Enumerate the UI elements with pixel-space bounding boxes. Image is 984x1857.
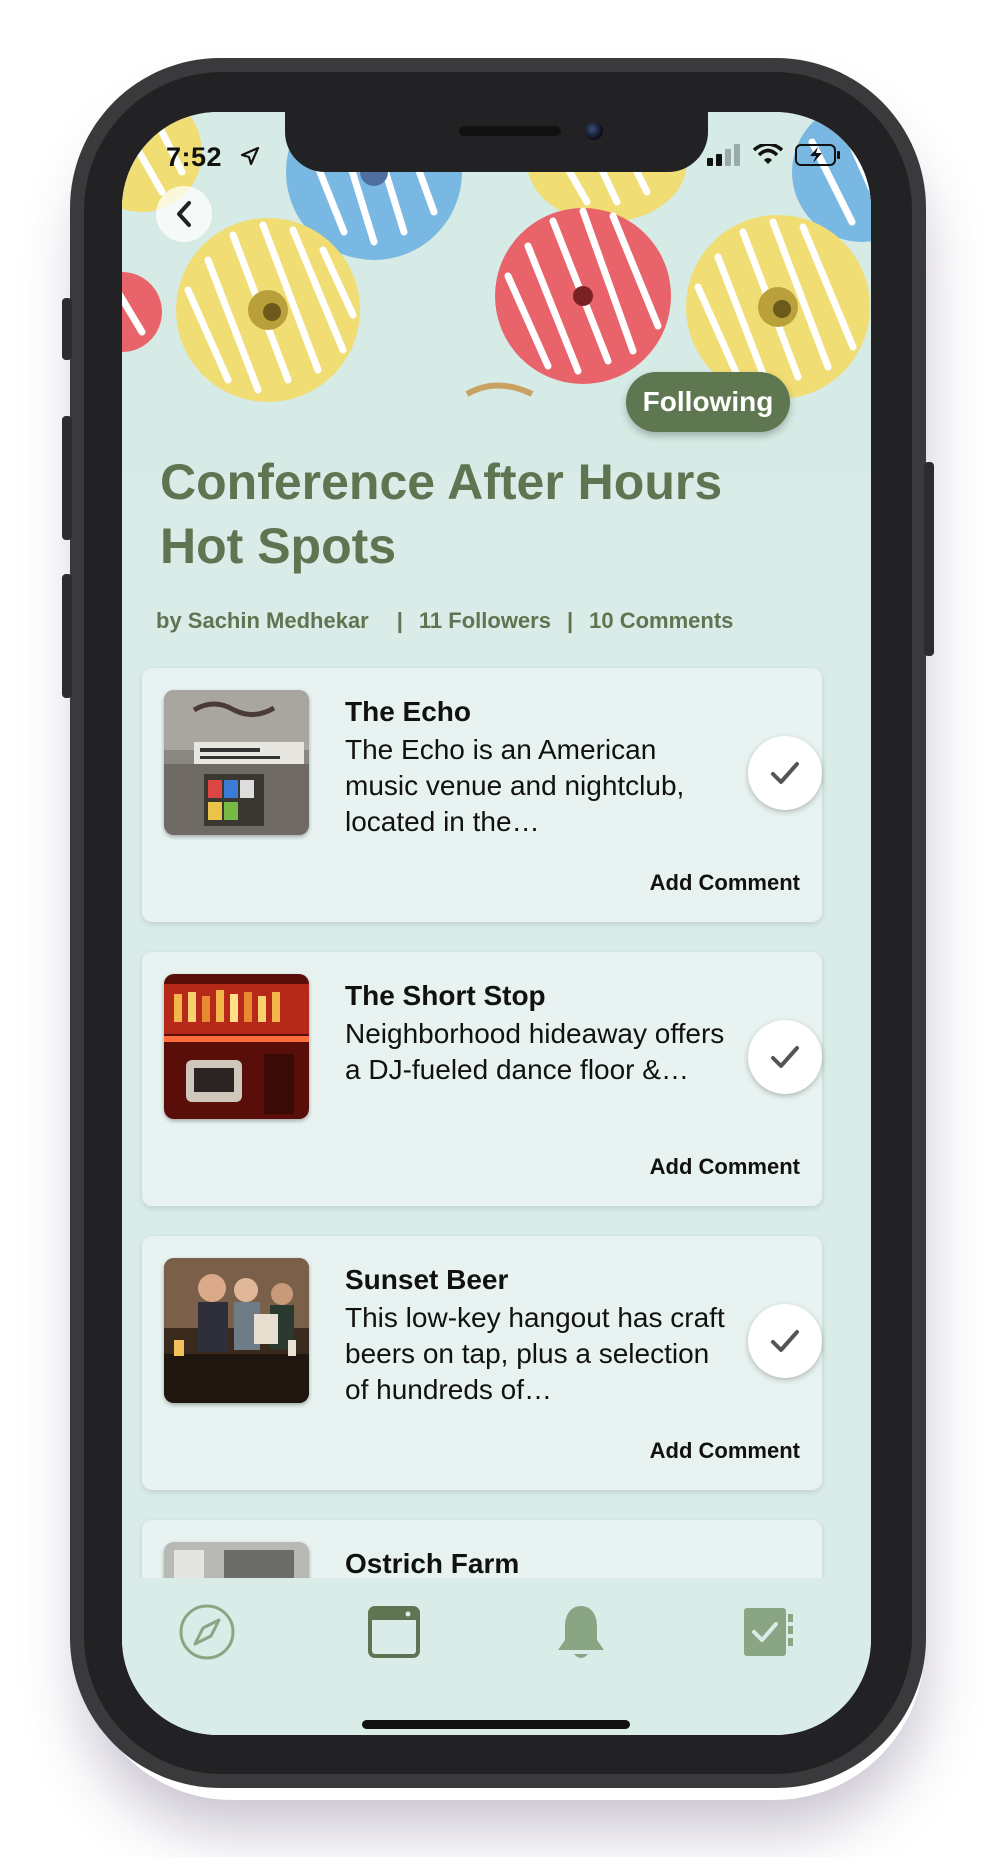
battery-charging-icon <box>795 144 840 166</box>
place-card[interactable]: The Short Stop Neighborhood hideaway off… <box>142 952 822 1206</box>
place-card[interactable]: Sunset Beer This low-key hangout has cra… <box>142 1236 822 1490</box>
visited-check-button[interactable] <box>748 736 822 810</box>
place-name[interactable]: Ostrich Farm <box>345 1548 519 1580</box>
author-link[interactable]: by Sachin Medhekar <box>156 608 369 634</box>
location-arrow-icon <box>240 146 260 166</box>
tab-explore[interactable] <box>175 1600 239 1664</box>
meta-separator: | <box>396 608 403 633</box>
tab-lists[interactable] <box>362 1600 426 1664</box>
checkmark-icon <box>771 762 799 784</box>
place-thumbnail <box>164 690 309 835</box>
add-comment-button[interactable]: Add Comment <box>650 870 800 896</box>
following-button[interactable]: Following <box>626 372 790 432</box>
list-title: Conference After Hours Hot Spots <box>160 454 723 574</box>
camera-icon <box>585 122 603 140</box>
followers-count[interactable]: 11 Followers <box>419 608 551 634</box>
place-name[interactable]: Sunset Beer <box>345 1264 508 1296</box>
bell-icon <box>558 1606 604 1658</box>
status-indicators <box>707 144 841 166</box>
tab-checklist[interactable] <box>736 1600 800 1664</box>
add-comment-button[interactable]: Add Comment <box>650 1438 800 1464</box>
meta-separator: | <box>566 608 574 633</box>
place-description: Neighborhood hideaway offers a DJ-fueled… <box>345 1018 725 1085</box>
volume-down-button <box>62 574 72 698</box>
app-screen: 7:52 Following Conference After Hours Ho… <box>122 112 871 1735</box>
browser-window-icon <box>368 1606 420 1658</box>
back-button[interactable] <box>156 186 212 242</box>
visited-check-button[interactable] <box>748 1304 822 1378</box>
compass-icon <box>179 1604 235 1660</box>
status-time: 7:52 <box>166 142 223 172</box>
place-name[interactable]: The Short Stop <box>345 980 546 1012</box>
home-indicator[interactable] <box>362 1720 630 1729</box>
place-thumbnail <box>164 1258 309 1403</box>
checkmark-icon <box>771 1046 799 1068</box>
visited-check-button[interactable] <box>748 1020 822 1094</box>
checklist-icon <box>744 1608 793 1656</box>
list-meta: by Sachin Medhekar | 11 Followers | 10 C… <box>156 608 733 634</box>
device-notch <box>285 112 708 172</box>
power-button <box>924 462 934 656</box>
add-comment-button[interactable]: Add Comment <box>650 1154 800 1180</box>
place-thumbnail <box>164 974 309 1119</box>
place-description: This low-key hangout has craft beers on … <box>345 1302 725 1405</box>
wifi-icon <box>753 144 783 164</box>
signal-icon <box>707 144 740 166</box>
checkmark-icon <box>771 1330 799 1352</box>
chevron-left-icon <box>177 201 191 227</box>
comments-count[interactable]: 10 Comments <box>589 608 733 634</box>
place-description: The Echo is an American music venue and … <box>345 734 685 837</box>
tab-bar <box>122 1578 871 1735</box>
place-name[interactable]: The Echo <box>345 696 471 728</box>
place-card[interactable]: The Echo The Echo is an American music v… <box>142 668 822 922</box>
mute-switch <box>62 298 72 360</box>
tab-notifications[interactable] <box>549 1600 613 1664</box>
volume-up-button <box>62 416 72 540</box>
